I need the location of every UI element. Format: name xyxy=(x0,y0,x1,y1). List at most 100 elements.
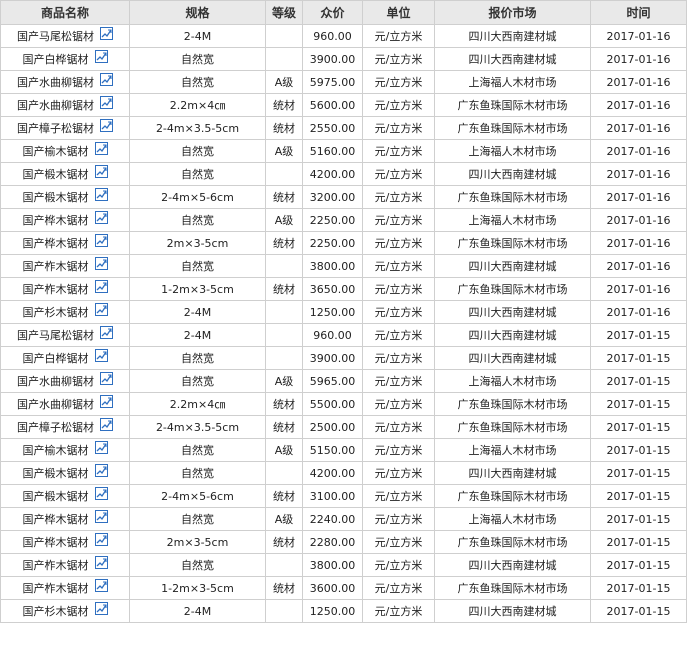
product-name-cell: 国产水曲柳锯材 xyxy=(0,70,130,94)
product-name-cell: 国产杉木锯材 xyxy=(0,300,130,324)
spec-cell: 自然宽 xyxy=(129,346,266,370)
col-header-grade[interactable]: 等级 xyxy=(265,0,303,25)
unit-cell: 元/立方米 xyxy=(362,24,435,48)
market-cell: 四川大西南建材城 xyxy=(434,461,591,485)
product-name[interactable]: 国产杉木锯材 xyxy=(23,306,89,319)
product-name[interactable]: 国产榆木锯材 xyxy=(23,444,89,457)
col-header-date[interactable]: 时间 xyxy=(590,0,687,25)
unit-cell: 元/立方米 xyxy=(362,530,435,554)
product-name[interactable]: 国产水曲柳锯材 xyxy=(17,398,94,411)
table-row: 国产桦木锯材 自然宽 A级 2250.00 元/立方米 上海福人木材市场 201… xyxy=(0,208,687,232)
product-name-cell: 国产杉木锯材 xyxy=(0,599,130,623)
product-name[interactable]: 国产樟子松锯材 xyxy=(17,122,94,135)
product-name[interactable]: 国产水曲柳锯材 xyxy=(17,76,94,89)
col-header-spec[interactable]: 规格 xyxy=(129,0,266,25)
date-cell: 2017-01-15 xyxy=(590,415,687,439)
trend-chart-icon[interactable] xyxy=(94,463,108,477)
col-header-unit[interactable]: 单位 xyxy=(362,0,435,25)
table-row: 国产樟子松锯材 2-4m×3.5-5cm 统材 2550.00 元/立方米 广东… xyxy=(0,116,687,140)
trend-chart-icon[interactable] xyxy=(94,279,108,293)
date-cell: 2017-01-15 xyxy=(590,461,687,485)
product-name-cell: 国产水曲柳锯材 xyxy=(0,392,130,416)
spec-cell: 2.2m×4㎝ xyxy=(129,93,266,117)
spec-cell: 自然宽 xyxy=(129,70,266,94)
grade-cell: 统材 xyxy=(265,93,303,117)
product-name[interactable]: 国产柞木锯材 xyxy=(23,559,89,572)
unit-cell: 元/立方米 xyxy=(362,553,435,577)
unit-cell: 元/立方米 xyxy=(362,415,435,439)
trend-chart-icon[interactable] xyxy=(94,348,108,362)
product-name-cell: 国产白桦锯材 xyxy=(0,47,130,71)
date-cell: 2017-01-15 xyxy=(590,369,687,393)
trend-chart-icon[interactable] xyxy=(94,486,108,500)
grade-cell: 统材 xyxy=(265,277,303,301)
price-cell: 3800.00 xyxy=(302,254,363,278)
col-header-name[interactable]: 商品名称 xyxy=(0,0,130,25)
product-name[interactable]: 国产椴木锯材 xyxy=(23,168,89,181)
product-name[interactable]: 国产柞木锯材 xyxy=(23,582,89,595)
trend-chart-icon[interactable] xyxy=(94,601,108,615)
product-name[interactable]: 国产白桦锯材 xyxy=(23,53,89,66)
trend-chart-icon[interactable] xyxy=(100,26,113,40)
product-name[interactable]: 国产柞木锯材 xyxy=(23,260,89,273)
price-cell: 960.00 xyxy=(302,323,363,347)
col-header-price[interactable]: 众价 xyxy=(302,0,363,25)
unit-cell: 元/立方米 xyxy=(362,438,435,462)
trend-chart-icon[interactable] xyxy=(94,555,108,569)
trend-chart-icon[interactable] xyxy=(94,233,108,247)
table-row: 国产水曲柳锯材 2.2m×4㎝ 统材 5500.00 元/立方米 广东鱼珠国际木… xyxy=(0,392,687,416)
product-name[interactable]: 国产水曲柳锯材 xyxy=(17,99,94,112)
product-name[interactable]: 国产桦木锯材 xyxy=(23,214,89,227)
product-name[interactable]: 国产马尾松锯材 xyxy=(17,30,94,43)
trend-chart-icon[interactable] xyxy=(100,118,113,132)
product-name[interactable]: 国产水曲柳锯材 xyxy=(17,375,94,388)
unit-cell: 元/立方米 xyxy=(362,323,435,347)
product-name[interactable]: 国产杉木锯材 xyxy=(23,605,89,618)
product-name[interactable]: 国产樟子松锯材 xyxy=(17,421,94,434)
price-cell: 3800.00 xyxy=(302,553,363,577)
table-row: 国产杉木锯材 2-4M 1250.00 元/立方米 四川大西南建材城 2017-… xyxy=(0,599,687,623)
product-name[interactable]: 国产桦木锯材 xyxy=(23,536,89,549)
grade-cell: 统材 xyxy=(265,185,303,209)
product-name[interactable]: 国产椴木锯材 xyxy=(23,490,89,503)
trend-chart-icon[interactable] xyxy=(94,440,108,454)
trend-chart-icon[interactable] xyxy=(94,187,108,201)
spec-cell: 1-2m×3-5cm xyxy=(129,576,266,600)
product-name[interactable]: 国产白桦锯材 xyxy=(23,352,89,365)
date-cell: 2017-01-16 xyxy=(590,254,687,278)
product-name[interactable]: 国产桦木锯材 xyxy=(23,513,89,526)
price-cell: 2240.00 xyxy=(302,507,363,531)
product-name[interactable]: 国产椴木锯材 xyxy=(23,191,89,204)
trend-chart-icon[interactable] xyxy=(100,325,113,339)
trend-chart-icon[interactable] xyxy=(100,394,113,408)
grade-cell: A级 xyxy=(265,438,303,462)
trend-chart-icon[interactable] xyxy=(94,256,108,270)
trend-chart-icon[interactable] xyxy=(100,371,113,385)
product-name[interactable]: 国产柞木锯材 xyxy=(23,283,89,296)
market-cell: 广东鱼珠国际木材市场 xyxy=(434,277,591,301)
date-cell: 2017-01-15 xyxy=(590,576,687,600)
trend-chart-icon[interactable] xyxy=(94,578,108,592)
price-cell: 5160.00 xyxy=(302,139,363,163)
spec-cell: 自然宽 xyxy=(129,139,266,163)
product-name[interactable]: 国产马尾松锯材 xyxy=(17,329,94,342)
trend-chart-icon[interactable] xyxy=(100,95,113,109)
product-name[interactable]: 国产榆木锯材 xyxy=(23,145,89,158)
trend-chart-icon[interactable] xyxy=(94,509,108,523)
market-cell: 上海福人木材市场 xyxy=(434,507,591,531)
trend-chart-icon[interactable] xyxy=(94,210,108,224)
unit-cell: 元/立方米 xyxy=(362,369,435,393)
price-cell: 5500.00 xyxy=(302,392,363,416)
col-header-market[interactable]: 报价市场 xyxy=(434,0,591,25)
trend-chart-icon[interactable] xyxy=(94,164,108,178)
market-cell: 上海福人木材市场 xyxy=(434,70,591,94)
trend-chart-icon[interactable] xyxy=(94,302,108,316)
date-cell: 2017-01-16 xyxy=(590,93,687,117)
product-name[interactable]: 国产椴木锯材 xyxy=(23,467,89,480)
trend-chart-icon[interactable] xyxy=(94,532,108,546)
product-name[interactable]: 国产桦木锯材 xyxy=(23,237,89,250)
trend-chart-icon[interactable] xyxy=(94,49,108,63)
trend-chart-icon[interactable] xyxy=(100,72,113,86)
trend-chart-icon[interactable] xyxy=(100,417,113,431)
trend-chart-icon[interactable] xyxy=(94,141,108,155)
